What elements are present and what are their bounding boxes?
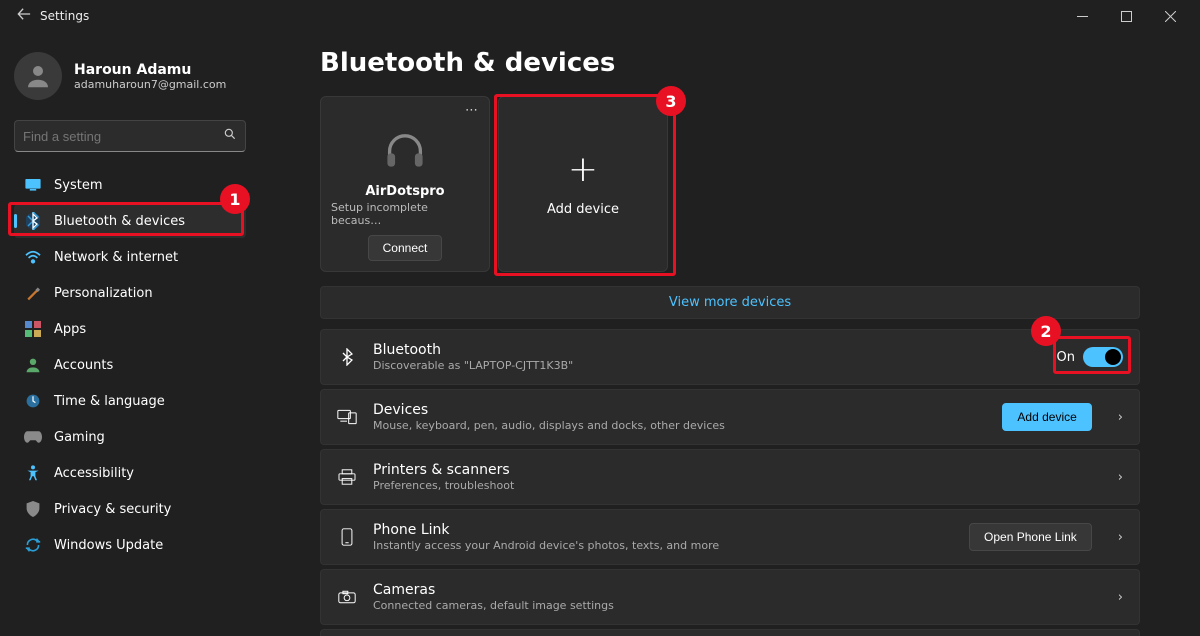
row-title: Devices — [373, 402, 986, 418]
row-subtitle: Preferences, troubleshoot — [373, 479, 1092, 492]
annotation-box-1 — [8, 202, 244, 236]
sidebar-item-label: Network & internet — [54, 250, 178, 265]
row-devices[interactable]: Devices Mouse, keyboard, pen, audio, dis… — [320, 389, 1140, 445]
row-cameras[interactable]: Cameras Connected cameras, default image… — [320, 569, 1140, 625]
sidebar-item-accounts[interactable]: Accounts — [14, 348, 246, 382]
row-title: Phone Link — [373, 522, 953, 538]
annotation-badge-1: 1 — [220, 184, 250, 214]
annotation-badge-2: 2 — [1031, 316, 1061, 346]
sidebar-item-label: Apps — [54, 322, 86, 337]
printer-icon — [337, 469, 357, 485]
row-title: Cameras — [373, 582, 1092, 598]
device-row: ⋯ AirDotspro Setup incomplete becaus… Co… — [320, 96, 1140, 272]
search-input[interactable] — [23, 129, 223, 144]
sidebar-item-gaming[interactable]: Gaming — [14, 420, 246, 454]
row-phone-link[interactable]: Phone Link Instantly access your Android… — [320, 509, 1140, 565]
avatar — [14, 52, 62, 100]
sidebar-item-label: System — [54, 178, 102, 193]
row-title: Bluetooth — [373, 342, 1041, 358]
add-device-button[interactable]: Add device — [1002, 403, 1091, 431]
annotation-box-3 — [494, 94, 676, 276]
shield-icon — [24, 500, 42, 518]
phone-icon — [337, 528, 357, 546]
sidebar-item-time-language[interactable]: Time & language — [14, 384, 246, 418]
camera-icon — [337, 590, 357, 604]
device-status: Setup incomplete becaus… — [331, 201, 479, 227]
system-icon — [24, 176, 42, 194]
sidebar-item-label: Windows Update — [54, 538, 163, 553]
row-subtitle: Instantly access your Android device's p… — [373, 539, 953, 552]
apps-icon — [24, 320, 42, 338]
clock-globe-icon — [24, 392, 42, 410]
page-title: Bluetooth & devices — [320, 48, 1140, 78]
chevron-right-icon: › — [1118, 470, 1123, 485]
annotation-badge-3: 3 — [656, 86, 686, 116]
maximize-button[interactable] — [1104, 0, 1148, 32]
row-printers[interactable]: Printers & scanners Preferences, trouble… — [320, 449, 1140, 505]
sidebar-item-label: Privacy & security — [54, 502, 171, 517]
sidebar-item-apps[interactable]: Apps — [14, 312, 246, 346]
sidebar-item-label: Gaming — [54, 430, 105, 445]
gamepad-icon — [24, 428, 42, 446]
device-more-button[interactable]: ⋯ — [465, 103, 479, 118]
wifi-icon — [24, 248, 42, 266]
search-icon — [223, 127, 237, 145]
sidebar-item-personalization[interactable]: Personalization — [14, 276, 246, 310]
profile[interactable]: Haroun Adamu adamuharoun7@gmail.com — [14, 52, 246, 100]
row-bluetooth[interactable]: Bluetooth Discoverable as "LAPTOP-CJTT1K… — [320, 329, 1140, 385]
open-phone-link-button[interactable]: Open Phone Link — [969, 523, 1092, 551]
sidebar-item-label: Accounts — [54, 358, 113, 373]
profile-email: adamuharoun7@gmail.com — [74, 78, 226, 91]
close-button[interactable] — [1148, 0, 1192, 32]
device-name: AirDotspro — [365, 184, 444, 199]
row-title: Printers & scanners — [373, 462, 1092, 478]
sidebar-item-system[interactable]: System — [14, 168, 246, 202]
row-subtitle: Mouse, keyboard, pen, audio, displays an… — [373, 419, 986, 432]
devices-icon — [337, 409, 357, 425]
connect-button[interactable]: Connect — [368, 235, 443, 261]
annotation-box-2 — [1053, 336, 1131, 374]
sidebar-item-network[interactable]: Network & internet — [14, 240, 246, 274]
sidebar-item-accessibility[interactable]: Accessibility — [14, 456, 246, 490]
paired-device-card[interactable]: ⋯ AirDotspro Setup incomplete becaus… Co… — [320, 96, 490, 272]
back-button[interactable] — [8, 7, 40, 25]
brush-icon — [24, 284, 42, 302]
view-more-devices[interactable]: View more devices — [320, 286, 1140, 319]
titlebar: Settings — [0, 0, 1200, 32]
sidebar-item-label: Accessibility — [54, 466, 134, 481]
headphone-icon — [383, 127, 427, 175]
main-content: Bluetooth & devices ⋯ AirDotspro Setup i… — [260, 32, 1200, 636]
minimize-button[interactable] — [1060, 0, 1104, 32]
update-icon — [24, 536, 42, 554]
sidebar-item-privacy[interactable]: Privacy & security — [14, 492, 246, 526]
chevron-right-icon: › — [1118, 410, 1123, 425]
chevron-right-icon: › — [1118, 530, 1123, 545]
sidebar-item-label: Time & language — [54, 394, 165, 409]
chevron-right-icon: › — [1118, 590, 1123, 605]
row-subtitle: Discoverable as "LAPTOP-CJTT1K3B" — [373, 359, 1041, 372]
bluetooth-icon — [337, 348, 357, 366]
window-title: Settings — [40, 9, 89, 23]
profile-name: Haroun Adamu — [74, 62, 226, 78]
search-box[interactable] — [14, 120, 246, 152]
sidebar: Haroun Adamu adamuharoun7@gmail.com Syst… — [0, 32, 260, 636]
nav: System Bluetooth & devices Network & int… — [14, 168, 246, 562]
sidebar-item-label: Personalization — [54, 286, 153, 301]
sidebar-item-windows-update[interactable]: Windows Update — [14, 528, 246, 562]
person-icon — [24, 356, 42, 374]
row-mouse[interactable]: Mouse Buttons, mouse pointer speed, scro… — [320, 629, 1140, 636]
accessibility-icon — [24, 464, 42, 482]
row-subtitle: Connected cameras, default image setting… — [373, 599, 1092, 612]
